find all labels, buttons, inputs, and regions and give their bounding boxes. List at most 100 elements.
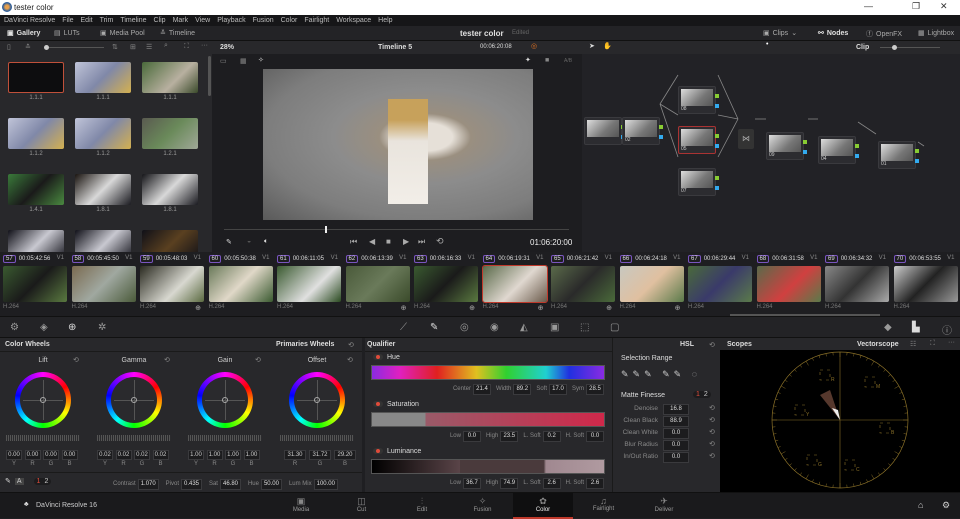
clips-dropdown[interactable]: ▣Clips⌄	[763, 29, 797, 37]
page-tab-edit[interactable]: ⫶Edit	[392, 493, 452, 519]
gallery-still[interactable]	[142, 118, 198, 149]
lum-low-field[interactable]: 36.7	[463, 478, 481, 489]
gallery-still[interactable]	[142, 174, 198, 205]
lum-hsoft-field[interactable]: 2.6	[586, 478, 604, 489]
color-match-icon[interactable]: ◈	[40, 322, 48, 333]
reset-icon[interactable]: ⟲	[709, 440, 715, 448]
node-output-icon[interactable]	[715, 94, 719, 98]
lightbox-button[interactable]: ▦Lightbox	[918, 29, 954, 37]
wheel-value-field[interactable]: 0.02	[116, 450, 132, 460]
thumbnail-size-slider[interactable]	[44, 47, 104, 48]
menu-item[interactable]: Help	[378, 17, 392, 24]
openfx-button[interactable]: ⓕOpenFX	[866, 29, 902, 39]
timeline-clip[interactable]: 6500:06:21:42V1H.264⊕	[548, 252, 616, 314]
hue-center-field[interactable]: 21.4	[473, 384, 491, 395]
node-output-icon[interactable]	[915, 149, 919, 153]
pointer-icon[interactable]: ➤	[589, 42, 595, 50]
wheel-value-field[interactable]: 0.00	[6, 450, 22, 460]
wheel-value-field[interactable]: 1.00	[225, 450, 241, 460]
sidebar-toggle-icon[interactable]: ▯	[7, 43, 11, 51]
menu-item[interactable]: Mark	[173, 17, 189, 24]
wheel-handle[interactable]	[40, 397, 46, 403]
node-output-icon[interactable]	[715, 134, 719, 138]
wheel-value-field[interactable]: 0.00	[25, 450, 41, 460]
window-icon[interactable]: ◎	[460, 322, 469, 333]
go-to-end-icon[interactable]: ⏭	[418, 237, 425, 247]
layers-icon[interactable]: ◒	[247, 238, 251, 245]
pivot-field[interactable]: 0.435	[181, 479, 202, 490]
luminance-range-bar[interactable]	[371, 459, 605, 474]
menu-item[interactable]: Fusion	[253, 17, 274, 24]
node-zoom-slider[interactable]	[880, 47, 940, 48]
hdr-icon[interactable]: ✲	[98, 322, 106, 333]
master-wheel-slider[interactable]	[97, 435, 171, 441]
play-reverse-icon[interactable]: ◀	[369, 237, 375, 246]
wheel-value-field[interactable]: 31.72	[309, 450, 331, 460]
gallery-still[interactable]	[142, 62, 198, 93]
ab-toggle[interactable]: A/B	[564, 58, 572, 64]
saturation-toggle[interactable]	[373, 401, 383, 407]
hue-range-bar[interactable]	[371, 365, 605, 380]
color-node[interactable]: 07	[678, 168, 716, 196]
menu-item[interactable]: Color	[281, 17, 298, 24]
camera-icon[interactable]: ■	[545, 57, 549, 64]
wheel-value-field[interactable]: 0.00	[43, 450, 59, 460]
reset-icon[interactable]: ⟲	[709, 428, 715, 436]
matte-value-field[interactable]: 0.0	[663, 440, 689, 451]
blur-icon[interactable]: ◭	[520, 322, 528, 333]
timeline-clip[interactable]: 6800:06:31:58V1H.264	[754, 252, 822, 314]
sat-lsoft-field[interactable]: 0.2	[543, 431, 561, 442]
wheel-value-field[interactable]: 29.20	[334, 450, 356, 460]
gallery-still[interactable]	[8, 230, 64, 252]
menu-item[interactable]: Trim	[100, 17, 114, 24]
3d-icon[interactable]: ▢	[610, 322, 619, 333]
tracker-icon[interactable]: ◉	[490, 322, 499, 333]
timeline-clip[interactable]: 5900:05:48:03V1H.264⊕	[137, 252, 205, 314]
lum-mix-field[interactable]: 100.00	[314, 479, 338, 490]
sat-hsoft-field[interactable]: 0.0	[586, 431, 604, 442]
wheel-value-field[interactable]: 1.00	[244, 450, 260, 460]
grid-view-icon[interactable]: ⊞	[130, 43, 136, 51]
scrubber[interactable]	[224, 229, 569, 230]
eyedropper-icon[interactable]: ✎	[226, 238, 232, 246]
node-editor[interactable]: 02080507090401⋈	[582, 54, 960, 252]
color-wheel-gamma[interactable]	[106, 372, 162, 428]
node-output-icon[interactable]	[715, 176, 719, 180]
gallery-still[interactable]	[8, 174, 64, 205]
matte-value-field[interactable]: 16.8	[663, 404, 689, 415]
maximize-button[interactable]: ❐	[912, 1, 920, 12]
matte-page-2[interactable]: 2	[704, 391, 708, 398]
page-tab-media[interactable]: ▣Media	[271, 493, 331, 519]
timeline-clip[interactable]: 6400:06:19:31V1H.264⊕	[480, 252, 548, 314]
stop-icon[interactable]: ■	[386, 237, 391, 246]
media-pool-button[interactable]: ▣Media Pool	[100, 29, 145, 37]
timeline-clip[interactable]: 6200:06:13:39V1H.264⊕	[343, 252, 411, 314]
timeline-clip[interactable]: 6000:05:50:38V1H.264	[206, 252, 274, 314]
wheel-handle[interactable]	[222, 397, 228, 403]
color-wheels-icon[interactable]: ⊕	[68, 322, 76, 333]
color-node[interactable]: 09	[766, 132, 804, 160]
reset-icon[interactable]: ⟲	[709, 452, 715, 460]
hue-toggle[interactable]	[373, 354, 383, 360]
contrast-field[interactable]: 1.070	[138, 479, 159, 490]
list-sort-icon[interactable]: ⇅	[112, 43, 118, 51]
color-node[interactable]: 01	[878, 141, 916, 169]
luminance-toggle[interactable]	[373, 448, 383, 454]
play-icon[interactable]: ▶	[403, 237, 409, 246]
wheel-reset-icon[interactable]: ⟲	[73, 356, 79, 364]
hand-icon[interactable]: ✋	[603, 42, 612, 50]
lum-lsoft-field[interactable]: 2.6	[543, 478, 561, 489]
wheel-value-field[interactable]: 31.30	[284, 450, 306, 460]
color-wheel-lift[interactable]	[15, 372, 71, 428]
highlight-icon[interactable]: ✧	[258, 56, 264, 64]
close-button[interactable]: ✕	[940, 1, 948, 12]
loop-icon[interactable]: ⟲	[436, 236, 444, 247]
wheel-reset-icon[interactable]: ⟲	[255, 356, 261, 364]
node-rgb-output-icon[interactable]	[715, 144, 719, 148]
sat-field[interactable]: 46.80	[220, 479, 241, 490]
wipe-icon[interactable]: ✦	[525, 56, 531, 64]
luts-button[interactable]: ▤LUTs	[54, 29, 80, 37]
page-tab-fusion[interactable]: ✧Fusion	[453, 493, 513, 519]
hue-field[interactable]: 50.00	[261, 479, 282, 490]
saturation-range-bar[interactable]	[371, 412, 605, 427]
